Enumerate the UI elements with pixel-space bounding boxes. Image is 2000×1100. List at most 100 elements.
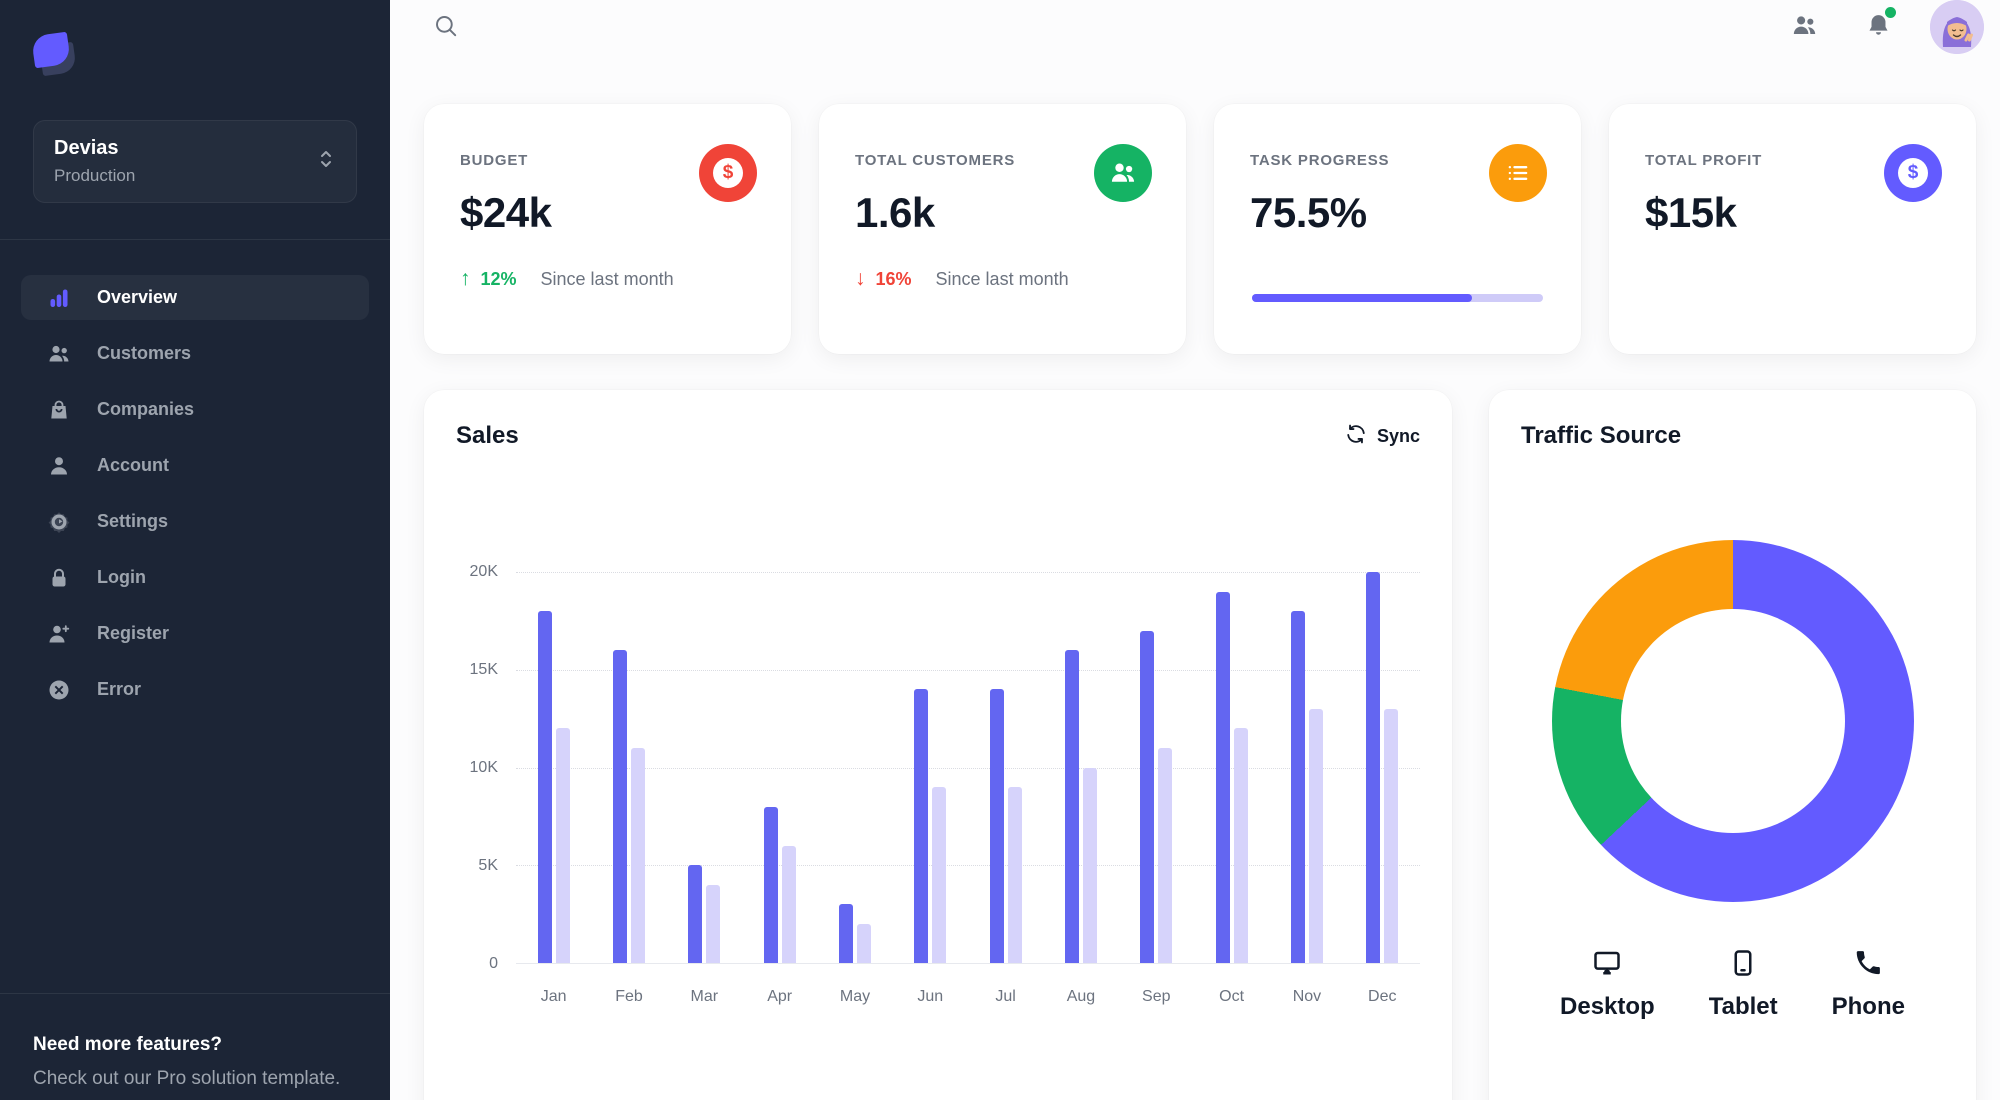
y-axis: 0 5K 10K 15K 20K [456, 563, 516, 972]
sync-label: Sync [1376, 425, 1420, 446]
sidebar-nav: Overview Customers Companies Account Set… [0, 240, 390, 712]
notification-dot [1885, 7, 1896, 18]
workspace-name: Devias [54, 137, 119, 159]
x-circle-icon [47, 678, 71, 702]
bar-this-year [1064, 650, 1079, 963]
list-bullet-circle-icon [1489, 144, 1547, 202]
sync-button[interactable]: Sync [1345, 423, 1420, 450]
sidebar-item-register[interactable]: Register [21, 611, 369, 656]
notifications-button[interactable] [1856, 5, 1900, 49]
sidebar-footer: Need more features? Check out our Pro so… [0, 993, 390, 1100]
trend-caption: Since last month [935, 268, 1069, 289]
user-icon [47, 454, 71, 478]
trend-value: 12% [480, 268, 517, 289]
bar-group-sep [1119, 572, 1194, 963]
traffic-source-card: Traffic Source Desktop Tablet Phone [1489, 390, 1976, 1100]
footer-title: Need more features? [33, 1034, 223, 1055]
sales-title: Sales [456, 422, 519, 449]
bar-last-year [1158, 747, 1173, 963]
legend-label: Phone [1831, 993, 1905, 1020]
x-tick: Apr [767, 988, 793, 1005]
bar-group-mar [667, 572, 742, 963]
bar-group-dec [1345, 572, 1420, 963]
dollar-circle-icon: $ [1884, 144, 1942, 202]
workspace-environment: Production [54, 166, 136, 185]
y-tick: 20K [469, 563, 498, 580]
search-icon [433, 13, 459, 42]
bar-group-feb [591, 572, 666, 963]
tablet-icon [1728, 948, 1758, 983]
bar-last-year [856, 923, 871, 963]
charts-row: Sales Sync 0 5K 10K 15K 20K Jan Feb Mar … [424, 390, 1976, 1100]
users-circle-icon [1094, 144, 1152, 202]
bar-group-jan [516, 572, 591, 963]
bar-last-year [1384, 708, 1399, 963]
x-axis: Jan Feb Mar Apr May Jun Jul Aug Sep Oct Nov Dec [516, 988, 1420, 1006]
stat-card-task-progress: TASK PROGRESS 75.5% [1214, 104, 1581, 354]
bar-last-year [1082, 767, 1097, 963]
sidebar-item-label: Error [97, 679, 142, 699]
sidebar-item-label: Login [97, 567, 146, 587]
dashboard-app: Devias Production Overview Customers Com… [0, 0, 2000, 1100]
stat-card-total-customers: TOTAL CUSTOMERS 1.6k ↓ 16% Since last mo… [819, 104, 1186, 354]
x-tick: Jun [917, 988, 944, 1005]
legend-label: Tablet [1708, 993, 1778, 1020]
avatar[interactable] [1930, 0, 1984, 54]
desktop-icon [1592, 948, 1622, 983]
workspace-selector[interactable]: Devias Production [33, 120, 357, 203]
arrow-down-icon: ↓ [855, 267, 866, 290]
sidebar-item-login[interactable]: Login [21, 555, 369, 600]
refresh-icon [1345, 423, 1367, 450]
sidebar-item-label: Overview [97, 287, 178, 307]
bar-this-year [612, 650, 627, 963]
bar-this-year [688, 865, 703, 963]
progress-bar [1252, 294, 1543, 302]
sidebar-item-error[interactable]: Error [21, 667, 369, 712]
sidebar-item-overview[interactable]: Overview [21, 275, 369, 320]
arrow-up-icon: ↑ [460, 267, 471, 290]
contacts-button[interactable] [1782, 5, 1826, 49]
x-tick: Mar [690, 988, 719, 1005]
stat-trend: ↑ 12% Since last month [460, 267, 761, 291]
sales-header: Sales Sync [456, 422, 1420, 450]
bar-this-year [1140, 630, 1155, 963]
workspace-text: Devias Production [54, 137, 316, 186]
bar-last-year [1308, 708, 1323, 963]
bar-this-year [838, 904, 853, 963]
bar-last-year [1007, 787, 1022, 963]
chevron-up-down-icon [316, 148, 336, 175]
legend-label: Desktop [1560, 993, 1655, 1020]
x-tick: Sep [1142, 988, 1171, 1005]
sidebar-item-companies[interactable]: Companies [21, 387, 369, 432]
sidebar-item-settings[interactable]: Settings [21, 499, 369, 544]
dollar-circle-icon: $ [699, 144, 757, 202]
devias-logo-icon[interactable] [30, 31, 79, 80]
sidebar-item-account[interactable]: Account [21, 443, 369, 488]
content: BUDGET $24k ↑ 12% Since last month $ TOT… [390, 54, 2000, 1100]
x-tick: Oct [1219, 988, 1245, 1005]
bar-this-year [1366, 572, 1381, 963]
shopping-bag-icon [47, 398, 71, 422]
sidebar-item-customers[interactable]: Customers [21, 331, 369, 376]
bar-group-jul [968, 572, 1043, 963]
bar-group-jun [893, 572, 968, 963]
plot-area [516, 572, 1420, 964]
phone-icon [1853, 948, 1883, 983]
users-icon [1791, 12, 1818, 42]
sidebar-item-label: Companies [97, 399, 195, 419]
topbar-actions [1782, 0, 1984, 54]
sidebar-item-label: Register [97, 623, 170, 643]
bar-group-nov [1269, 572, 1344, 963]
bar-last-year [1233, 728, 1248, 963]
user-plus-icon [47, 622, 71, 646]
sales-bar-chart: 0 5K 10K 15K 20K [456, 563, 1420, 972]
progress-bar-fill [1252, 294, 1472, 302]
bar-last-year [781, 845, 796, 963]
legend-item-phone: Phone [1832, 948, 1905, 1021]
search-button[interactable] [424, 5, 468, 49]
stat-trend: ↓ 16% Since last month [855, 267, 1156, 291]
bar-series [516, 572, 1420, 963]
users-icon [47, 342, 71, 366]
x-tick: Feb [615, 988, 643, 1005]
stat-card-budget: BUDGET $24k ↑ 12% Since last month $ [424, 104, 791, 354]
